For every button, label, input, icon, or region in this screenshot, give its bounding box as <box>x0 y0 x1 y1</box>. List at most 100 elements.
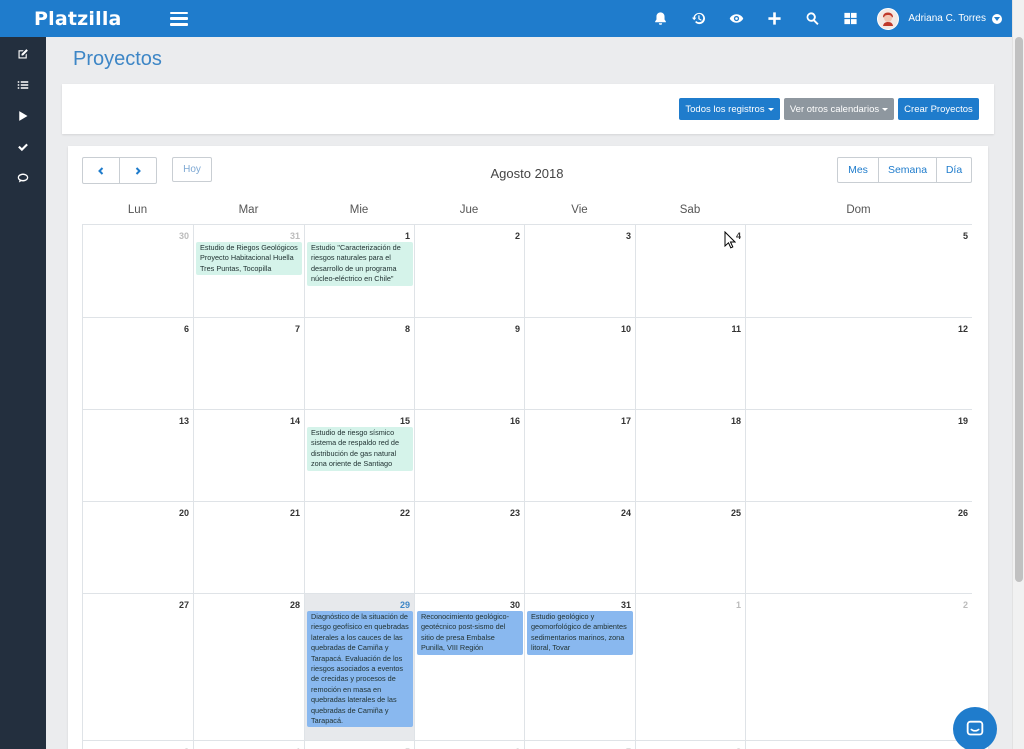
history-icon[interactable] <box>679 0 717 37</box>
chat-icon <box>17 173 29 182</box>
edit-icon <box>18 48 28 58</box>
day-cell[interactable]: 4 <box>194 741 305 749</box>
day-cell[interactable]: 7 <box>194 318 305 410</box>
calendar-event[interactable]: Diagnóstico de la situación de riesgo ge… <box>307 611 413 728</box>
hamburger-menu-icon[interactable] <box>170 11 188 26</box>
day-cell[interactable]: 12 <box>746 318 972 410</box>
view-day-button[interactable]: Día <box>936 158 971 182</box>
day-cell[interactable]: 1 <box>636 594 746 741</box>
day-cell[interactable]: 8 <box>305 318 415 410</box>
top-navbar: Platzilla Adriana C. Torres <box>0 0 1012 37</box>
day-number: 30 <box>178 231 189 241</box>
calendar-event[interactable]: Estudio "Caracterización de riesgos natu… <box>307 242 413 286</box>
day-number: 22 <box>399 508 410 518</box>
create-project-button[interactable]: Crear Proyectos <box>898 98 979 120</box>
day-cell[interactable]: 20 <box>83 502 194 594</box>
day-cell[interactable]: 5 <box>746 225 972 318</box>
grid-icon[interactable] <box>831 0 869 37</box>
scrollbar-thumb[interactable] <box>1015 37 1023 582</box>
day-cell[interactable]: 16 <box>415 410 525 502</box>
day-cell[interactable]: 9 <box>415 318 525 410</box>
day-number: 23 <box>509 508 520 518</box>
sidebar-item-edit[interactable] <box>0 38 46 69</box>
view-month-button[interactable]: Mes <box>838 158 878 182</box>
sidebar-item-list[interactable] <box>0 69 46 100</box>
day-number: 15 <box>399 416 410 426</box>
day-number: 11 <box>731 324 741 334</box>
day-cell[interactable]: 28 <box>194 594 305 741</box>
day-cell[interactable]: 5 <box>305 741 415 749</box>
calendar-event[interactable]: Reconocimiento geológico-geotécnico post… <box>417 611 523 655</box>
day-cell[interactable]: 18 <box>636 410 746 502</box>
day-cell[interactable]: 21 <box>194 502 305 594</box>
calendar-event[interactable]: Estudio geológico y geomorfológico de am… <box>527 611 633 655</box>
day-cell[interactable]: 2 <box>746 594 972 741</box>
day-cell[interactable]: 25 <box>636 502 746 594</box>
day-number: 5 <box>962 231 968 241</box>
day-cell[interactable]: 19 <box>746 410 972 502</box>
day-cell[interactable]: 2 <box>415 225 525 318</box>
day-number: 1 <box>735 600 741 610</box>
today-button[interactable]: Hoy <box>172 157 212 182</box>
day-header-tue: Mar <box>238 204 259 216</box>
day-cell[interactable]: 6 <box>83 318 194 410</box>
user-menu[interactable]: Adriana C. Torres <box>877 7 1002 30</box>
day-cell[interactable]: 7 <box>525 741 636 749</box>
calendar-event[interactable]: Estudio de Riegos Geológicos Proyecto Ha… <box>196 242 302 276</box>
sidebar-item-check[interactable] <box>0 131 46 162</box>
chevron-right-icon <box>135 166 141 175</box>
page-scrollbar[interactable] <box>1012 0 1024 749</box>
day-number: 7 <box>294 324 300 334</box>
chevron-down-icon <box>992 13 1002 24</box>
eye-icon[interactable] <box>717 0 755 37</box>
day-cell[interactable]: 24 <box>525 502 636 594</box>
month-grid: 30 31 1 2 3 4 5 6 7 8 9 10 11 12 13 14 15 16 17 18 19 20 21 22 2… <box>82 224 972 749</box>
day-number: 13 <box>178 416 189 426</box>
other-calendars-label: Ver otros calendarios <box>789 103 880 115</box>
calendar-nav <box>82 157 157 184</box>
day-cell[interactable]: 10 <box>525 318 636 410</box>
day-cell[interactable]: 9 <box>746 741 972 749</box>
day-number: 30 <box>509 600 520 610</box>
prev-month-button[interactable] <box>83 158 119 183</box>
day-cell[interactable]: 3 <box>525 225 636 318</box>
day-number: 4 <box>735 231 741 241</box>
day-cell[interactable]: 22 <box>305 502 415 594</box>
sidebar-item-chat[interactable] <box>0 162 46 193</box>
day-number: 1 <box>404 231 410 241</box>
day-cell[interactable]: 17 <box>525 410 636 502</box>
day-cell[interactable]: 30 <box>83 225 194 318</box>
day-cell[interactable]: 27 <box>83 594 194 741</box>
chat-launcher-button[interactable] <box>953 707 997 749</box>
bell-icon[interactable] <box>641 0 679 37</box>
day-number: 18 <box>730 416 741 426</box>
day-cell[interactable]: 23 <box>415 502 525 594</box>
day-header-sun: Dom <box>846 204 871 216</box>
caret-down-icon <box>767 107 774 111</box>
other-calendars-dropdown[interactable]: Ver otros calendarios <box>784 98 894 120</box>
day-cell[interactable]: 6 <box>415 741 525 749</box>
day-number: 26 <box>957 508 968 518</box>
day-number: 31 <box>620 600 631 610</box>
search-icon[interactable] <box>793 0 831 37</box>
day-cell[interactable]: 3 <box>83 741 194 749</box>
sidebar <box>0 37 46 749</box>
day-cell[interactable]: 26 <box>746 502 972 594</box>
brand-logo[interactable]: Platzilla <box>0 8 124 30</box>
day-cell[interactable]: 13 <box>83 410 194 502</box>
day-number: 19 <box>957 416 968 426</box>
day-cell[interactable]: 11 <box>636 318 746 410</box>
chat-bubble-icon <box>966 720 984 736</box>
avatar <box>877 7 900 30</box>
day-cell[interactable]: 8 <box>636 741 746 749</box>
sidebar-item-play[interactable] <box>0 100 46 131</box>
all-records-dropdown[interactable]: Todos los registros <box>679 98 780 120</box>
next-month-button[interactable] <box>119 158 156 183</box>
chevron-left-icon <box>98 166 104 175</box>
view-week-button[interactable]: Semana <box>878 158 936 182</box>
page-title: Proyectos <box>73 48 162 70</box>
plus-icon[interactable] <box>755 0 793 37</box>
day-cell[interactable]: 14 <box>194 410 305 502</box>
day-header-wed: Mie <box>349 204 369 216</box>
calendar-event[interactable]: Estudio de riesgo sísmico sistema de res… <box>307 427 413 471</box>
